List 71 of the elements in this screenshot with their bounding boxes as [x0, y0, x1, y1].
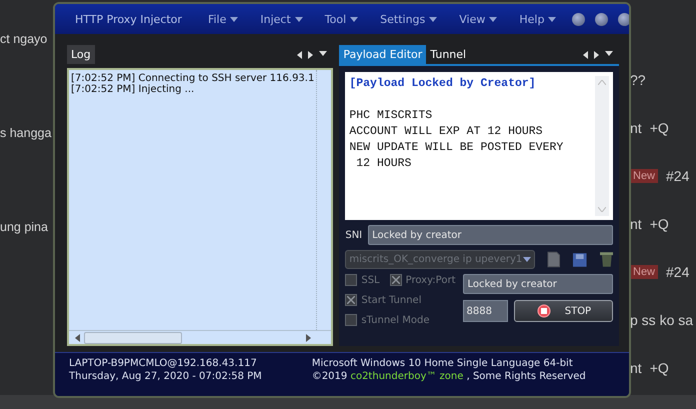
scroll-right-icon[interactable] [306, 334, 312, 342]
post-number: #24 [666, 264, 690, 280]
menu-item[interactable]: Inject [254, 12, 309, 26]
window-title: HTTP Proxy Injector [75, 12, 182, 26]
window-control-button[interactable] [618, 12, 629, 26]
left-arrow-icon[interactable] [583, 51, 588, 59]
stop-button[interactable]: STOP [514, 300, 614, 322]
post-text: p ss ko sa [630, 312, 694, 328]
caret-icon [294, 16, 303, 22]
comment-text: nt [630, 216, 642, 232]
checkbox[interactable]: SSL [345, 274, 380, 286]
caret-icon [230, 16, 238, 22]
tab[interactable]: Tunnel [426, 45, 470, 64]
menu-item[interactable]: Help [513, 12, 562, 26]
post-text: ung pina [0, 220, 48, 234]
caret-icon [350, 16, 358, 22]
caret-icon [548, 16, 556, 22]
os-text: Microsoft Windows 10 Home Single Language 64-bit [312, 358, 574, 369]
post-text: ct ngayo [0, 32, 48, 46]
proxy-field[interactable]: Locked by creator [463, 274, 614, 294]
payload-line: 12 HOURS [355, 156, 412, 172]
new-tag: New [630, 169, 658, 183]
dropdown-arrow-icon[interactable] [605, 51, 614, 56]
left-arrow-icon[interactable] [297, 51, 302, 59]
checkbox[interactable]: sTunnel Mode [345, 314, 456, 326]
post-number: #24 [666, 168, 690, 184]
quote-link[interactable]: +Q [650, 216, 669, 232]
menu-item[interactable]: View [453, 12, 504, 26]
comment-text: nt [630, 120, 642, 136]
payload-line: ACCOUNT WILL EXP AT 12 HOURS [349, 124, 544, 140]
caret-icon [522, 257, 531, 262]
payload-line: NEW UPDATE WILL BE POSTED EVERY [349, 140, 564, 156]
quote-link[interactable]: +Q [650, 360, 669, 376]
stop-icon [536, 304, 551, 318]
caret-icon [429, 16, 438, 22]
window-control-button[interactable] [595, 12, 608, 26]
post-text: s hangga [0, 126, 52, 140]
right-arrow-icon[interactable] [308, 51, 314, 59]
datetime-text: Thursday, Aug 27, 2020 - 07:02:58 PM [69, 371, 262, 382]
comment-text: nt [630, 360, 642, 376]
trash-icon[interactable] [600, 251, 614, 268]
menu-item[interactable]: Tool [318, 12, 364, 26]
document-icon[interactable] [546, 251, 560, 268]
port-field[interactable]: 8888 [463, 300, 508, 322]
locked-notice: [Payload Locked by Creator] [349, 76, 537, 92]
tab[interactable]: Log [67, 45, 95, 64]
checkbox[interactable]: Start Tunnel [345, 294, 456, 306]
menu-item[interactable]: Settings [374, 12, 444, 26]
x-mark-icon [347, 296, 356, 304]
new-tag: New [630, 265, 658, 279]
sni-field[interactable]: Locked by creator [368, 225, 614, 245]
right-arrow-icon[interactable] [594, 51, 600, 59]
log-line: [7:02:52 PM] Connecting to SSH server 116.93.1 [71, 73, 314, 84]
save-icon[interactable] [572, 252, 588, 268]
scroll-left-icon[interactable] [75, 334, 80, 342]
copyright-text: ©2019 co2thunderboy™ zone , Some Rights Reserved [312, 371, 586, 382]
scrollbar-thumb[interactable] [84, 332, 182, 344]
quote-link[interactable]: +Q [650, 120, 669, 136]
post-text: ?? [630, 72, 646, 88]
log-line: [7:02:52 PM] Injecting ... [71, 84, 196, 95]
payload-line: PHC MISCRITS [349, 108, 434, 124]
x-mark-icon [392, 276, 400, 284]
host-text: LAPTOP-B9PMCMLO@192.168.43.117 [69, 358, 258, 369]
caret-icon [489, 16, 498, 22]
dropdown-arrow-icon[interactable] [319, 51, 328, 56]
sni-label: SNI [345, 230, 362, 240]
window-control-button[interactable] [572, 12, 586, 26]
checkbox[interactable]: Proxy:Port [390, 274, 456, 286]
menu-item[interactable]: File [202, 12, 244, 26]
tab[interactable]: Payload Editor [339, 45, 426, 64]
payload-editor[interactable]: [Payload Locked by Creator] PHC MISCRITS ACCOUNT WILL EXP AT 12 HOURS NEW UPDATE WILL BE POSTED EVERY 12 HOURS [345, 72, 614, 220]
